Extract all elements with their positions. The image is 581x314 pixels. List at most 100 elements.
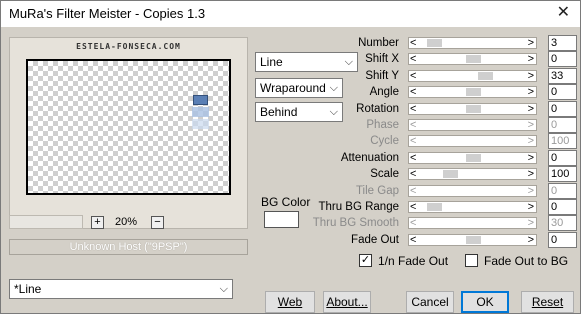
param-value-input[interactable]: 3 (548, 35, 577, 51)
chevron-right-icon[interactable]: > (528, 86, 534, 98)
reset-button[interactable]: Reset (521, 291, 574, 313)
param-slider: < > (408, 184, 537, 197)
slider-thumb[interactable] (426, 39, 442, 47)
chevron-left-icon[interactable]: < (410, 70, 416, 82)
chevron-right-icon[interactable]: > (528, 201, 534, 213)
param-value-input[interactable]: 100 (548, 166, 577, 183)
web-label: Web (277, 295, 303, 309)
param-label: Rotation (356, 102, 399, 115)
param-row: Phase < >0 (301, 117, 580, 134)
param-value-input: 30 (548, 215, 577, 232)
slider-thumb[interactable] (426, 203, 442, 211)
slider-thumb[interactable] (466, 88, 481, 97)
param-row: Fade Out < >0 (301, 231, 580, 249)
param-slider[interactable]: < > (408, 102, 537, 115)
checkbox-box[interactable]: ✓ (359, 254, 372, 267)
param-slider[interactable]: < > (408, 233, 537, 246)
param-row: Tile Gap < > 0 (301, 182, 580, 200)
bg-color-swatch[interactable] (264, 211, 299, 228)
preview-canvas[interactable] (26, 59, 231, 195)
chevron-right-icon: > (527, 184, 534, 197)
preview-copy (192, 119, 209, 129)
slider-thumb[interactable] (478, 71, 494, 80)
chevron-right-icon[interactable]: > (528, 234, 534, 246)
chevron-left-icon: < (410, 119, 417, 131)
param-value-input[interactable]: 0 (548, 51, 577, 68)
param-label: Angle (369, 86, 399, 99)
fade-1n-label: 1/n Fade Out (378, 254, 449, 268)
param-label: Shift X (365, 53, 399, 66)
cancel-button[interactable]: Cancel (406, 291, 454, 313)
param-label: Cycle (370, 135, 399, 148)
chevron-right-icon[interactable]: > (528, 103, 534, 115)
param-label: Tile Gap (355, 184, 399, 197)
chevron-left-icon[interactable]: < (410, 168, 416, 180)
fade-to-bg-checkbox[interactable]: Fade Out to BG (465, 253, 577, 269)
chevron-down-icon: ⌵ (219, 283, 228, 295)
zoom-out-button[interactable]: − (151, 216, 164, 229)
close-icon[interactable]: ✕ (557, 3, 570, 23)
chevron-right-icon[interactable]: > (528, 53, 534, 65)
chevron-left-icon[interactable]: < (410, 37, 416, 49)
param-value-input[interactable]: 0 (548, 231, 577, 248)
chevron-left-icon: < (410, 217, 417, 230)
preset-value: *Line (14, 282, 42, 296)
param-row: Thru BG Range < >0 (301, 199, 580, 216)
fade-to-bg-label: Fade Out to BG (484, 254, 569, 268)
chevron-right-icon[interactable]: > (528, 37, 534, 49)
ok-button[interactable]: OK (461, 291, 509, 313)
mode-value: Line (260, 55, 283, 69)
param-label: Fade Out (351, 233, 399, 246)
chevron-right-icon: > (527, 135, 534, 148)
param-label: Thru BG Range (318, 201, 399, 213)
preview-panel: ESTELA-FONSECA.COM (9, 37, 248, 229)
param-value-input[interactable]: 0 (548, 199, 577, 215)
param-row: Thru BG Smooth < >30 (301, 215, 580, 232)
about-label: About... (326, 295, 368, 309)
param-slider[interactable]: < > (408, 37, 537, 49)
preset-dropdown[interactable]: *Line ⌵ (9, 279, 233, 299)
param-slider[interactable]: < > (408, 86, 537, 99)
filter-meister-window: MuRa's Filter Meister - Copies 1.3 ✕ EST… (0, 0, 581, 314)
param-slider: < > (408, 135, 537, 148)
slider-thumb[interactable] (443, 170, 459, 179)
fade-1n-checkbox[interactable]: ✓ 1/n Fade Out (359, 253, 459, 269)
param-slider[interactable]: < > (408, 201, 537, 213)
zoom-in-button[interactable]: + (91, 216, 104, 229)
preview-copy (192, 107, 209, 117)
slider-thumb[interactable] (466, 153, 481, 162)
param-label: Scale (370, 168, 399, 181)
order-value: Behind (260, 105, 298, 119)
param-slider[interactable]: < > (408, 69, 537, 82)
param-value-input[interactable]: 33 (548, 67, 577, 84)
zoom-level: 20% (115, 216, 138, 228)
param-value-input[interactable]: 0 (548, 149, 577, 166)
slider-thumb[interactable] (466, 104, 481, 113)
chevron-left-icon[interactable]: < (410, 86, 416, 98)
param-value-input: 0 (548, 182, 577, 199)
slider-thumb[interactable] (466, 235, 481, 244)
slider-thumb[interactable] (466, 55, 481, 64)
about-button[interactable]: About... (323, 291, 371, 313)
chevron-left-icon[interactable]: < (410, 53, 416, 65)
param-label: Attenuation (340, 151, 399, 164)
param-slider[interactable]: < > (408, 168, 537, 181)
param-value-input[interactable]: 0 (548, 100, 577, 117)
param-value-input: 0 (548, 117, 577, 133)
param-value-input[interactable]: 0 (548, 84, 577, 101)
chevron-left-icon[interactable]: < (410, 103, 416, 115)
chevron-left-icon[interactable]: < (410, 152, 416, 164)
param-label: Shift Y (365, 69, 399, 82)
chevron-left-icon[interactable]: < (410, 201, 416, 213)
chevron-right-icon[interactable]: > (528, 152, 534, 164)
chevron-right-icon[interactable]: > (528, 168, 534, 180)
chevron-left-icon[interactable]: < (410, 234, 416, 246)
param-slider[interactable]: < > (408, 53, 537, 66)
web-button[interactable]: Web (265, 291, 315, 313)
param-slider[interactable]: < > (408, 151, 537, 164)
param-row: Attenuation < >0 (301, 149, 580, 167)
chevron-left-icon: < (410, 135, 417, 148)
chevron-right-icon[interactable]: > (528, 70, 534, 82)
checkbox-box[interactable] (465, 254, 478, 267)
param-row: Rotation < >0 (301, 100, 580, 118)
